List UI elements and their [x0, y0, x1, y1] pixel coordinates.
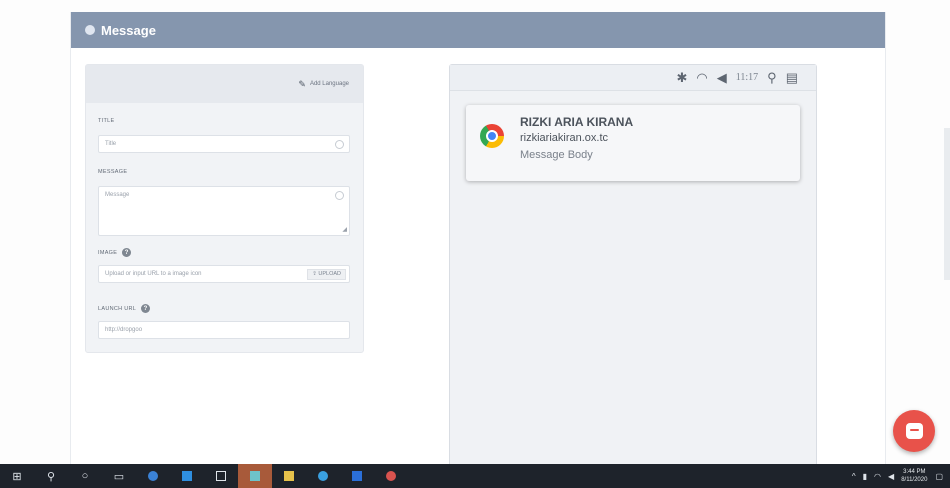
app-icon-active[interactable] — [238, 464, 272, 488]
notification-site: rizkiariakiran.ox.tc — [520, 132, 609, 144]
card-title: Message — [101, 22, 156, 38]
volume-icon[interactable]: ◀ — [888, 472, 894, 481]
card-header: Message — [71, 12, 885, 48]
status-time: 11:17 — [735, 72, 759, 83]
title-placeholder: Title — [105, 141, 117, 147]
message-icon — [85, 25, 95, 35]
notification-card: RIZKI ARIA KIRANA rizkiariakiran.ox.tc M… — [466, 105, 800, 181]
taskbar: ⊞ ⚲ ○ ▭ ^ ▮ ◠ ◀ 3:44 PM 8/11/2020 ▢ — [0, 464, 950, 488]
form-toolbar: ✎ Add Language — [86, 65, 363, 103]
notification-preview: ✱ ◠ ◀ 11:17 ⚲ ▤ RIZKI ARIA KIRANA rizkia… — [449, 64, 817, 476]
app-icon-browser[interactable] — [306, 464, 340, 488]
emoji-icon[interactable] — [335, 191, 344, 200]
volume-icon: ◀ — [716, 69, 727, 85]
chevron-up-icon[interactable]: ^ — [852, 472, 856, 481]
launch-url-input[interactable]: http://dropgoo — [98, 321, 350, 339]
clock-time: 3:44 PM — [903, 469, 926, 475]
clock-date: 8/11/2020 — [901, 477, 928, 483]
title-input[interactable]: Title — [98, 135, 350, 153]
cortana-icon[interactable]: ○ — [68, 464, 102, 488]
wifi-icon: ◠ — [696, 69, 708, 85]
chat-icon — [905, 423, 923, 439]
app-icon-globe[interactable] — [136, 464, 170, 488]
battery-icon[interactable]: ▮ — [863, 472, 867, 481]
system-tray: ^ ▮ ◠ ◀ 3:44 PM 8/11/2020 ▢ — [852, 464, 950, 488]
app-icon-chrome[interactable] — [374, 464, 408, 488]
image-label: IMAGE ? — [98, 248, 132, 257]
message-placeholder: Message — [105, 192, 130, 198]
message-form: ✎ Add Language TITLE Title MESSAGE Messa… — [85, 64, 364, 353]
title-label: TITLE — [98, 118, 115, 124]
pencil-icon[interactable]: ✎ — [298, 79, 306, 90]
info-icon[interactable]: ? — [141, 304, 151, 313]
network-icon[interactable]: ◠ — [874, 472, 881, 481]
app-icon-store[interactable] — [204, 464, 238, 488]
scroll-edge — [944, 128, 950, 280]
bluetooth-icon: ✱ — [676, 69, 688, 85]
page: Message ✎ Add Language TITLE Title MESSA… — [0, 0, 950, 488]
notifications-icon[interactable]: ▢ — [935, 472, 943, 481]
message-textarea[interactable]: Message ◢ — [98, 186, 350, 236]
status-bar: ✱ ◠ ◀ 11:17 ⚲ ▤ — [450, 65, 816, 91]
message-card: Message ✎ Add Language TITLE Title MESSA… — [70, 12, 886, 476]
message-label: MESSAGE — [98, 169, 128, 175]
add-language-link[interactable]: Add Language — [310, 81, 349, 87]
launch-url-placeholder: http://dropgoo — [105, 327, 143, 333]
image-placeholder: Upload or input URL to a image icon — [105, 271, 202, 277]
app-icon-edge[interactable] — [170, 464, 204, 488]
chrome-icon — [480, 124, 504, 148]
start-button[interactable]: ⊞ — [0, 464, 34, 488]
menu-icon: ▤ — [785, 69, 798, 85]
info-icon[interactable]: ? — [122, 248, 132, 257]
app-icon-explorer[interactable] — [272, 464, 306, 488]
notification-body: Message Body — [520, 149, 593, 161]
resize-handle-icon[interactable]: ◢ — [342, 226, 347, 233]
emoji-icon[interactable] — [335, 140, 344, 149]
search-icon: ⚲ — [767, 69, 777, 85]
clock[interactable]: 3:44 PM 8/11/2020 — [901, 468, 927, 484]
chat-button[interactable] — [893, 410, 935, 452]
upload-button[interactable]: ⇪ UPLOAD — [307, 269, 346, 280]
image-url-input[interactable]: Upload or input URL to a image icon ⇪ UP… — [98, 265, 350, 283]
app-icon-word[interactable] — [340, 464, 374, 488]
notification-title: RIZKI ARIA KIRANA — [520, 115, 634, 129]
search-icon[interactable]: ⚲ — [34, 464, 68, 488]
launch-url-label: LAUNCH URL ? — [98, 304, 151, 313]
task-view-icon[interactable]: ▭ — [102, 464, 136, 488]
